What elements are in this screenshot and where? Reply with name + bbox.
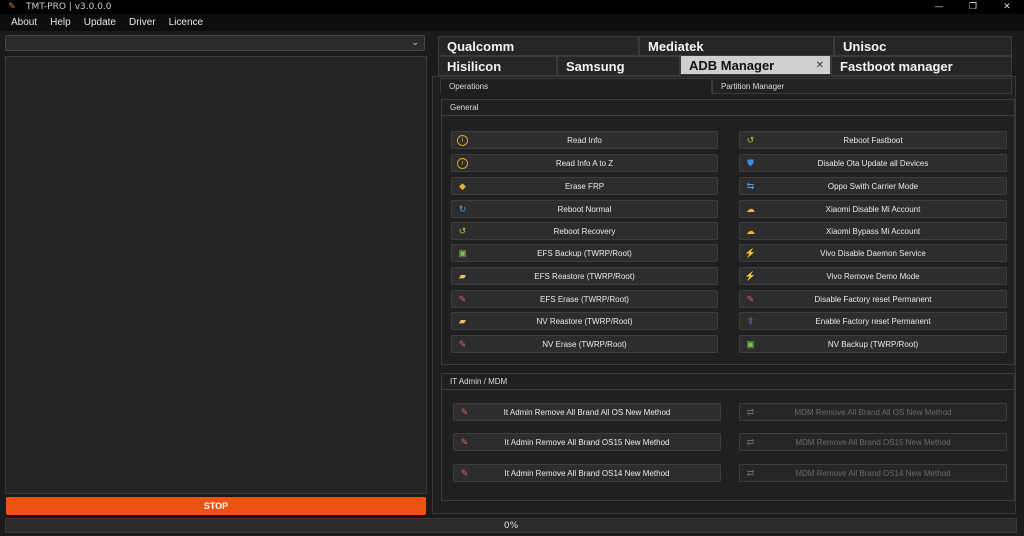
pencil-eraser-icon: ✎ xyxy=(746,294,755,304)
cloud-icon: ☁ xyxy=(746,204,755,214)
efs-erase-button[interactable]: ✎ EFS Erase (TWRP/Root) xyxy=(451,290,718,308)
disable-ota-update-button[interactable]: ⛊ Disable Ota Update all Devices xyxy=(739,154,1007,172)
refresh-icon: ↻ xyxy=(458,204,467,214)
tab-hisilicon[interactable]: Hisilicon xyxy=(438,56,557,76)
nv-backup-button[interactable]: ▣ NV Backup (TWRP/Root) xyxy=(739,335,1007,353)
backup-icon: ▣ xyxy=(458,248,467,258)
reboot-recovery-button[interactable]: ↺ Reboot Recovery xyxy=(451,222,718,240)
reboot-fastboot-button[interactable]: ↺ Reboot Fastboot xyxy=(739,131,1007,149)
tab-samsung[interactable]: Samsung xyxy=(557,56,680,76)
pencil-eraser-icon: ✎ xyxy=(460,468,469,478)
recovery-icon: ↺ xyxy=(458,226,467,236)
log-panel xyxy=(5,56,427,494)
folder-icon: ▰ xyxy=(459,316,466,326)
stop-button[interactable]: STOP xyxy=(6,497,426,515)
pencil-eraser-icon: ✎ xyxy=(458,294,467,304)
efs-backup-button[interactable]: ▣ EFS Backup (TWRP/Root) xyxy=(451,244,718,262)
tab-fastboot-manager[interactable]: Fastboot manager xyxy=(831,56,1012,76)
tab-close-icon[interactable]: ✕ xyxy=(816,60,824,71)
tab-qualcomm[interactable]: Qualcomm xyxy=(438,36,639,56)
read-info-a-to-z-button[interactable]: i Read Info A to Z xyxy=(451,154,718,172)
menu-bar: About Help Update Driver Licence xyxy=(0,14,1024,31)
oppo-switch-carrier-button[interactable]: ⇆ Oppo Swith Carrier Mode xyxy=(739,177,1007,195)
menu-driver[interactable]: Driver xyxy=(129,17,156,28)
subtab-partition-manager[interactable]: Partition Manager xyxy=(712,78,1012,94)
tab-unisoc[interactable]: Unisoc xyxy=(834,36,1012,56)
enable-factory-reset-button[interactable]: ⇪ Enable Factory reset Permanent xyxy=(739,312,1007,330)
info-icon: i xyxy=(457,158,468,169)
menu-help[interactable]: Help xyxy=(50,17,71,28)
general-group-title: General xyxy=(450,103,479,112)
maximize-icon[interactable]: ❐ xyxy=(956,0,990,14)
lightning-icon: ⚡ xyxy=(744,248,757,258)
app-logo-icon: ✎ xyxy=(8,2,16,12)
close-icon[interactable]: ✕ xyxy=(990,0,1024,14)
reboot-normal-button[interactable]: ↻ Reboot Normal xyxy=(451,200,718,218)
menu-update[interactable]: Update xyxy=(84,17,116,28)
xiaomi-disable-mi-account-button[interactable]: ☁ Xiaomi Disable Mi Account xyxy=(739,200,1007,218)
chevron-down-icon: ⌄ xyxy=(411,38,419,48)
read-info-button[interactable]: i Read Info xyxy=(451,131,718,149)
folder-icon: ▰ xyxy=(459,271,466,281)
vivo-disable-daemon-button[interactable]: ⚡ Vivo Disable Daemon Service xyxy=(739,244,1007,262)
it-admin-os15-button[interactable]: ✎ It Admin Remove All Brand OS15 New Met… xyxy=(453,433,721,451)
xiaomi-bypass-mi-account-button[interactable]: ☁ Xiaomi Bypass Mi Account xyxy=(739,222,1007,240)
progress-text: 0% xyxy=(503,520,519,531)
progress-bar: 0% xyxy=(5,518,1017,533)
shield-icon: ⛊ xyxy=(747,158,754,168)
sync-icon: ⇄ xyxy=(746,407,755,417)
pencil-eraser-icon: ✎ xyxy=(458,339,467,349)
recovery-icon: ↺ xyxy=(746,135,755,145)
cloud-icon: ☁ xyxy=(746,226,755,236)
menu-about[interactable]: About xyxy=(11,17,37,28)
window-title: TMT-PRO | v3.0.0.0 xyxy=(26,2,112,12)
subtab-operations[interactable]: Operations xyxy=(440,78,712,94)
mdm-group-title: IT Admin / MDM xyxy=(450,377,508,386)
eraser-icon: ◆ xyxy=(459,181,466,191)
efs-restore-button[interactable]: ▰ EFS Reastore (TWRP/Root) xyxy=(451,267,718,285)
mdm-os15-button[interactable]: ⇄ MDM Remove All Brand OS15 New Method xyxy=(739,433,1007,451)
info-icon: i xyxy=(457,135,468,146)
switch-icon: ⇆ xyxy=(746,181,755,191)
backup-icon: ▣ xyxy=(746,339,755,349)
sync-icon: ⇄ xyxy=(746,468,755,478)
minimize-icon[interactable]: — xyxy=(922,0,956,14)
it-admin-all-os-button[interactable]: ✎ It Admin Remove All Brand All OS New M… xyxy=(453,403,721,421)
lightning-icon: ⚡ xyxy=(744,271,757,281)
pencil-eraser-icon: ✎ xyxy=(460,437,469,447)
port-select[interactable]: ⌄ xyxy=(5,35,425,51)
nv-erase-button[interactable]: ✎ NV Erase (TWRP/Root) xyxy=(451,335,718,353)
pencil-eraser-icon: ✎ xyxy=(460,407,469,417)
mdm-all-os-button[interactable]: ⇄ MDM Remove All Brand All OS New Method xyxy=(739,403,1007,421)
mdm-os14-button[interactable]: ⇄ MDM Remove All Brand OS14 New Method xyxy=(739,464,1007,482)
sync-icon: ⇄ xyxy=(746,437,755,447)
disable-factory-reset-button[interactable]: ✎ Disable Factory reset Permanent xyxy=(739,290,1007,308)
vivo-remove-demo-button[interactable]: ⚡ Vivo Remove Demo Mode xyxy=(739,267,1007,285)
tab-adb-manager-label: ADB Manager xyxy=(689,57,775,73)
nv-restore-button[interactable]: ▰ NV Reastore (TWRP/Root) xyxy=(451,312,718,330)
tab-mediatek[interactable]: Mediatek xyxy=(639,36,834,56)
menu-licence[interactable]: Licence xyxy=(169,17,203,28)
it-admin-os14-button[interactable]: ✎ It Admin Remove All Brand OS14 New Met… xyxy=(453,464,721,482)
upload-icon: ⇪ xyxy=(746,316,755,326)
title-bar: ✎ TMT-PRO | v3.0.0.0 — ❐ ✕ xyxy=(0,0,1024,14)
erase-frp-button[interactable]: ◆ Erase FRP xyxy=(451,177,718,195)
tab-adb-manager[interactable]: ADB Manager ✕ xyxy=(680,55,831,75)
